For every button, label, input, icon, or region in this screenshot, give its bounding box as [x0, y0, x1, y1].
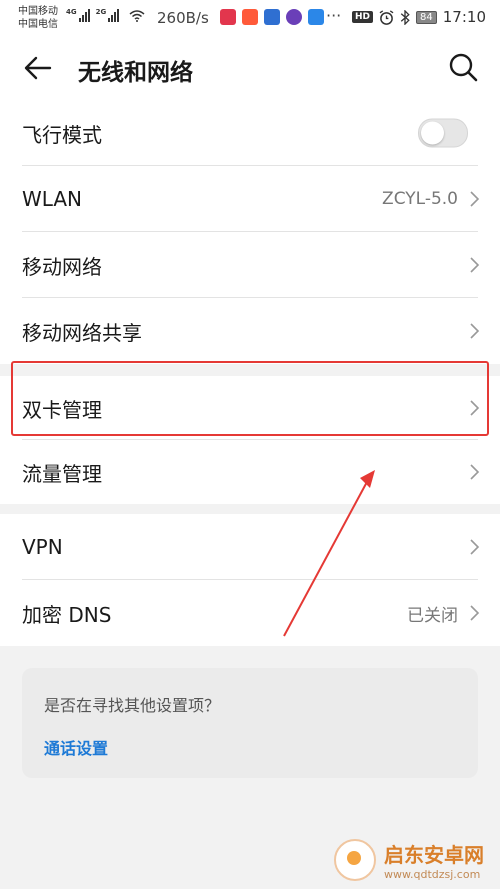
settings-group-connectivity: 飞行模式 WLAN ZCYL-5.0 移动网络 移动网络共享 — [0, 100, 500, 364]
watermark: 启东安卓网 www.qdtdzsj.com — [334, 839, 484, 881]
hd-call-icon: HD — [352, 11, 374, 23]
wlan-label: WLAN — [22, 187, 83, 211]
suggestion-card: 是否在寻找其他设置项？ 通话设置 — [22, 668, 478, 778]
wifi-icon — [129, 10, 145, 22]
back-arrow-icon[interactable] — [22, 52, 54, 84]
airplane-mode-toggle[interactable] — [418, 118, 468, 148]
private-dns-row[interactable]: 加密 DNS 已关闭 — [0, 580, 500, 646]
chevron-right-icon — [470, 323, 480, 339]
reader-app-icon — [264, 9, 280, 25]
browser-app-icon — [286, 9, 302, 25]
chevron-right-icon — [470, 257, 480, 273]
airplane-mode-label: 飞行模式 — [22, 122, 102, 147]
tethering-row[interactable]: 移动网络共享 — [0, 298, 500, 364]
dual-sim-label: 双卡管理 — [22, 397, 102, 422]
network-type-1: 4G — [66, 8, 77, 16]
tethering-label: 移动网络共享 — [22, 320, 142, 345]
bluetooth-icon — [400, 9, 410, 25]
alarm-icon — [379, 9, 394, 25]
signal-icon: 2G — [96, 8, 120, 22]
private-dns-label: 加密 DNS — [22, 602, 112, 627]
data-usage-label: 流量管理 — [22, 461, 102, 486]
call-settings-link[interactable]: 通话设置 — [44, 735, 108, 759]
network-speed: 260B/s — [157, 9, 209, 27]
chevron-right-icon — [470, 539, 480, 555]
chevron-right-icon — [470, 400, 480, 416]
private-dns-status: 已关闭 — [407, 605, 458, 626]
chevron-right-icon — [470, 464, 480, 480]
watermark-url: www.qdtdzsj.com — [384, 868, 481, 881]
wlan-row[interactable]: WLAN ZCYL-5.0 — [0, 166, 500, 232]
vpn-label: VPN — [22, 535, 63, 559]
watermark-logo-icon — [334, 839, 376, 881]
status-bar: 中国移动 中国电信 4G 2G 260B/s ··· HD 84 17:10 — [0, 0, 500, 36]
signal-icons: 4G 2G — [66, 8, 145, 22]
shopping-app-icon — [242, 9, 258, 25]
app-bar: 无线和网络 — [0, 36, 500, 100]
carrier-1: 中国移动 — [18, 6, 58, 17]
notification-icons — [220, 9, 324, 25]
carrier-names: 中国移动 中国电信 — [18, 5, 58, 31]
settings-group-privacy: VPN 加密 DNS 已关闭 — [0, 514, 500, 646]
chevron-right-icon — [470, 191, 480, 207]
chat-app-icon — [308, 9, 324, 25]
search-icon[interactable] — [448, 52, 478, 82]
airplane-mode-row[interactable]: 飞行模式 — [0, 100, 500, 166]
wlan-network-name: ZCYL-5.0 — [382, 189, 458, 209]
video-app-icon — [220, 9, 236, 25]
suggestion-question: 是否在寻找其他设置项？ — [44, 696, 221, 715]
vpn-row[interactable]: VPN — [0, 514, 500, 580]
carrier-2: 中国电信 — [18, 19, 58, 30]
clock: 17:10 — [442, 8, 486, 26]
more-notifications-icon: ··· — [326, 6, 342, 25]
signal-icon: 4G — [66, 8, 90, 22]
network-type-2: 2G — [95, 8, 107, 16]
settings-group-sim: 双卡管理 流量管理 — [0, 376, 500, 504]
page-title: 无线和网络 — [78, 60, 193, 86]
mobile-network-label: 移动网络 — [22, 254, 102, 279]
mobile-network-row[interactable]: 移动网络 — [0, 232, 500, 298]
watermark-name: 启东安卓网 — [384, 843, 484, 867]
chevron-right-icon — [470, 605, 480, 621]
battery-icon: 84 — [416, 10, 437, 24]
data-usage-row[interactable]: 流量管理 — [0, 440, 500, 504]
dual-sim-row[interactable]: 双卡管理 — [0, 376, 500, 440]
system-status: HD 84 17:10 — [352, 8, 486, 26]
